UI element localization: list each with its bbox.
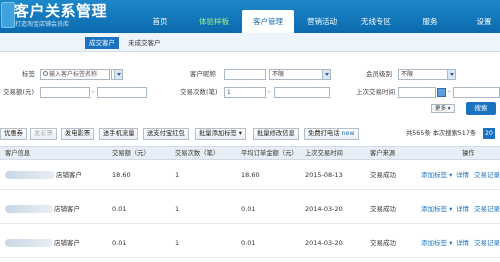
last-time-to-input[interactable] — [453, 87, 500, 98]
logo-icon — [1, 2, 15, 28]
nav-service[interactable]: 服务 — [404, 10, 456, 33]
tag-label: 标签 — [22, 70, 35, 78]
col-last-time: 上次交易时间 — [305, 150, 343, 157]
movie-ticket-button[interactable]: 发电影票 — [61, 128, 95, 140]
table-row: 店铺客户 0.01 1 0.01 2014-03-20 交易成功 添加标签 ▾ … — [0, 194, 500, 224]
tab-open-customers[interactable]: 未成交客户 — [124, 37, 165, 49]
nav-customers[interactable]: 客户管理 — [242, 10, 294, 33]
result-count: 共565条 本次搜索517条 — [406, 130, 477, 137]
table-row: 店铺客户 18.60 1 18.60 2015-08-13 交易成功 添加标签 … — [0, 160, 500, 190]
app-title: 客户关系管理 — [14, 2, 108, 20]
coupon-button[interactable]: 优惠券 — [0, 128, 27, 140]
tag-dropdown[interactable] — [111, 69, 123, 80]
amount-to-input[interactable] — [97, 87, 147, 98]
customer-name-redacted — [5, 239, 53, 247]
sub-tab-bar: 成交客户 未成交客户 — [0, 33, 500, 52]
col-customer: 客户信息 — [5, 150, 31, 157]
record-link[interactable]: 交易记录 — [474, 228, 500, 258]
page-size-badge[interactable]: 20 — [483, 128, 495, 139]
detail-link[interactable]: 详情 — [456, 228, 469, 258]
customer-name-redacted — [5, 171, 55, 179]
count-to-input[interactable] — [274, 87, 330, 98]
nav-home[interactable]: 首页 — [134, 10, 186, 33]
amount-label: 交易额(元) — [3, 88, 35, 96]
nav-wireless[interactable]: 无线专区 — [350, 10, 402, 33]
table-row: 店铺客户 0.01 1 0.01 2014-03-20 交易成功 添加标签 ▾ … — [0, 228, 500, 258]
col-amount: 交易额（元） — [112, 150, 150, 157]
col-source: 客户来源 — [370, 150, 396, 157]
record-link[interactable]: 交易记录 — [474, 194, 500, 224]
free-call-button[interactable]: 免费打电话 new — [304, 128, 359, 140]
main-nav: 首页 体验样板 客户管理 营销活动 无线专区 服务 设置 — [134, 10, 500, 33]
last-time-from-input[interactable] — [398, 87, 436, 98]
amount-from-input[interactable] — [40, 87, 90, 98]
tab-closed-customers[interactable]: 成交客户 — [85, 37, 119, 49]
calendar-icon[interactable] — [437, 88, 446, 97]
col-actions: 操作 — [462, 150, 475, 157]
lottery-button[interactable]: 发彩票 — [30, 128, 57, 140]
app-subtitle: 打造淘宝店铺会员库 — [15, 21, 70, 28]
search-icon — [43, 71, 48, 76]
table-header: 客户信息 交易额（元） 交易次数（笔） 平均订单金额（元） 上次交易时间 客户来… — [0, 146, 500, 160]
nickname-label: 客户昵称 — [190, 70, 216, 78]
app-header: 客户关系管理 打造淘宝店铺会员库 首页 体验样板 客户管理 营销活动 无线专区 … — [0, 0, 500, 33]
level-label: 会员级别 — [366, 70, 392, 78]
detail-link[interactable]: 详情 — [456, 160, 469, 190]
count-label: 交易次数(笔) — [180, 88, 218, 96]
customer-name-redacted — [5, 205, 53, 213]
tag-input[interactable]: 输入客户标签名称 — [40, 69, 110, 80]
nav-marketing[interactable]: 营销活动 — [296, 10, 348, 33]
add-tag-link[interactable]: 添加标签 ▾ — [421, 228, 452, 258]
last-time-label: 上次交易时间 — [356, 88, 395, 96]
alipay-redpacket-button[interactable]: 送支付宝红包 — [143, 128, 189, 140]
nav-settings[interactable]: 设置 — [458, 10, 500, 33]
nickname-input[interactable] — [224, 69, 266, 80]
add-tag-link[interactable]: 添加标签 ▾ — [421, 160, 452, 190]
col-count: 交易次数（笔） — [175, 150, 220, 157]
search-button[interactable]: 搜索 — [466, 102, 496, 115]
record-link[interactable]: 交易记录 — [474, 160, 500, 190]
batch-edit-button[interactable]: 批量修改信息 — [253, 128, 299, 140]
col-avg: 平均订单金额（元） — [241, 150, 298, 157]
count-from-input[interactable]: 1 — [224, 87, 266, 98]
nav-demo[interactable]: 体验样板 — [188, 10, 240, 33]
detail-link[interactable]: 详情 — [456, 194, 469, 224]
nickname-select[interactable]: 不限 — [269, 69, 331, 80]
add-tag-link[interactable]: 添加标签 ▾ — [421, 194, 452, 224]
mobile-data-button[interactable]: 送手机流量 — [99, 128, 139, 140]
batch-add-tag-button[interactable]: 批量添加标签 ▾ — [195, 128, 246, 140]
more-filters-button[interactable]: 更多 ▾ — [431, 104, 455, 113]
level-select[interactable]: 不限 — [398, 69, 456, 80]
